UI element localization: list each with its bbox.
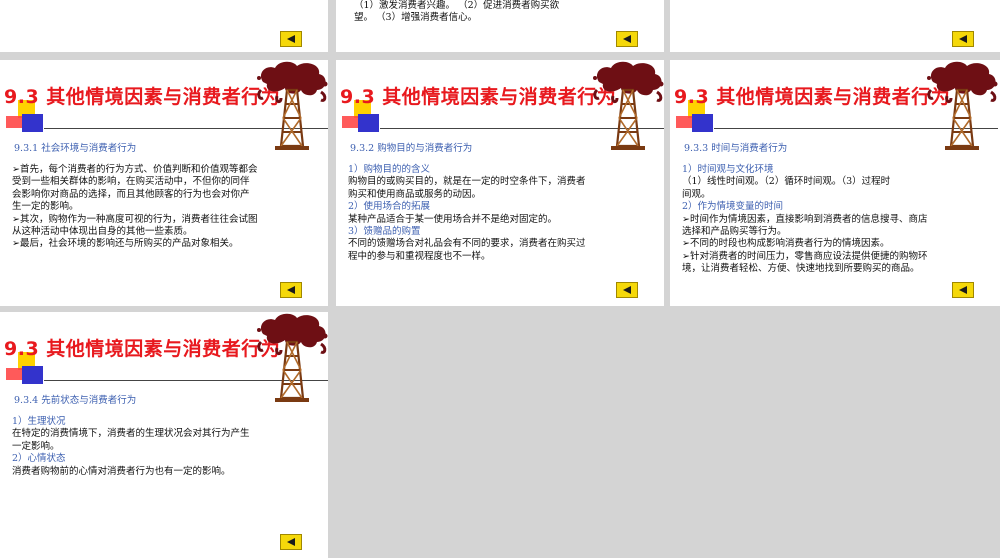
oil-tower-icon — [255, 312, 328, 404]
text-line: 望。 （3）增强消费者信心。 — [354, 12, 478, 24]
section-subheading: 9.3.4 先前状态与消费者行为 — [14, 395, 137, 406]
slide-4: 9.3 其他情境因素与消费者行为 9.3.4 先前状态与消费者行为 1）生理状况在… — [0, 312, 328, 558]
back-arrow-icon[interactable] — [280, 31, 302, 47]
text-line: 生一定的影响。 — [12, 201, 79, 213]
slide-body: ➢首先，每个消费者的行为方式、价值判断和价值观等都会 受到一些相关群体的影响，在购… — [12, 164, 304, 251]
text-line: （1）线性时间观。（2）循环时间观。（3）过程时 — [682, 176, 891, 188]
point-heading: 2）心情状态 — [12, 453, 66, 465]
text-line: ➢不同的时段也构成影响消费者行为的情境因素。 — [682, 238, 890, 250]
slide-body: 1）时间观与文化环境 （1）线性时间观。（2）循环时间观。（3）过程时 间观。 2）作… — [682, 164, 974, 276]
text-line: 间观。 — [682, 188, 711, 200]
point-heading: 1）购物目的的含义 — [348, 164, 431, 175]
slide-1: 9.3 其他情境因素与消费者行为 9.3.1 社会环境与消费者行为 ➢首先，每个消… — [0, 60, 328, 306]
slide-title: 9.3 其他情境因素与消费者行为 — [4, 338, 281, 360]
slide-title: 9.3 其他情境因素与消费者行为 — [674, 86, 951, 108]
decor-square-blue — [692, 114, 713, 132]
text-line: ➢针对消费者的时间压力，零售商应设法提供便捷的购物环 — [682, 250, 928, 262]
back-arrow-icon[interactable] — [952, 282, 974, 298]
text-line: 会影响你对商品的选择，而且其他顾客的行为也会对你产 — [12, 188, 250, 200]
slide-body: 1）生理状况 在特定的消费情境下，消费者的生理状况会对其行为产生 一定影响。 2）心情… — [12, 416, 304, 478]
text-line: （1）激发消费者兴趣。 （2）促进消费者购买欲 — [354, 0, 560, 11]
text-line: 一定影响。 — [12, 440, 60, 452]
partial-slide-text: （1）激发消费者兴趣。 （2）促进消费者购买欲 望。 （3）增强消费者信心。 — [354, 0, 646, 25]
text-line: 某种产品适合于某一使用场合并不是绝对固定的。 — [348, 213, 558, 225]
back-arrow-icon[interactable] — [616, 282, 638, 298]
decor-square-blue — [22, 366, 43, 384]
text-line: 从这种活动中体现出自身的其他一些素质。 — [12, 226, 193, 238]
text-line: 选择和产品购买等行为。 — [682, 226, 787, 238]
slide-2: 9.3 其他情境因素与消费者行为 9.3.2 购物目的与消费者行为 1）购物目的的… — [336, 60, 664, 306]
slide-body: 1）购物目的的含义 购物目的或购买目的，就是在一定的时空条件下，消费者 购买和使用商… — [348, 164, 640, 263]
text-line: 在特定的消费情境下，消费者的生理状况会对其行为产生 — [12, 428, 250, 440]
decor-square-blue — [358, 114, 379, 132]
partial-slide-right — [670, 0, 1000, 52]
text-line: ➢首先，每个消费者的行为方式、价值判断和价值观等都会 — [12, 164, 258, 175]
oil-tower-icon — [925, 60, 1000, 152]
point-heading: 2）作为情境变量的时间 — [682, 201, 784, 213]
slide-title: 9.3 其他情境因素与消费者行为 — [340, 86, 617, 108]
text-line: ➢时间作为情境因素，直接影响到消费者的信息搜寻、商店 — [682, 213, 928, 225]
slide-title: 9.3 其他情境因素与消费者行为 — [4, 86, 281, 108]
section-subheading: 9.3.2 购物目的与消费者行为 — [350, 143, 473, 154]
slide-3: 9.3 其他情境因素与消费者行为 9.3.3 时间与消费者行为 1）时间观与文化环… — [670, 60, 1000, 306]
oil-tower-icon — [255, 60, 328, 152]
decor-square-blue — [22, 114, 43, 132]
text-line: 境，让消费者轻松、方便、快速地找到所要购买的商品。 — [682, 263, 920, 275]
back-arrow-icon[interactable] — [280, 534, 302, 550]
text-line: ➢最后，社会环境的影响还与所购买的产品对象相关。 — [12, 238, 239, 250]
text-line: 购物目的或购买目的，就是在一定的时空条件下，消费者 — [348, 176, 586, 188]
section-subheading: 9.3.3 时间与消费者行为 — [684, 143, 788, 154]
text-line: 程中的参与和重视程度也不一样。 — [348, 250, 491, 262]
text-line: 消费者购物前的心情对消费者行为也有一定的影响。 — [12, 465, 231, 477]
text-line: ➢其次，购物作为一种高度可视的行为，消费者往往会试图 — [12, 213, 258, 225]
text-line: 受到一些相关群体的影响，在购买活动中，不但你的同伴 — [12, 176, 250, 188]
back-arrow-icon[interactable] — [952, 31, 974, 47]
text-line: 购买和使用商品或服务的动因。 — [348, 188, 482, 200]
back-arrow-icon[interactable] — [280, 282, 302, 298]
partial-slide-middle: （1）激发消费者兴趣。 （2）促进消费者购买欲 望。 （3）增强消费者信心。 — [336, 0, 664, 52]
point-heading: 1）时间观与文化环境 — [682, 164, 774, 175]
point-heading: 2）使用场合的拓展 — [348, 201, 431, 213]
oil-tower-icon — [591, 60, 664, 152]
point-heading: 1）生理状况 — [12, 416, 66, 427]
text-line: 不同的馈赠场合对礼品会有不同的要求，消费者在购买过 — [348, 238, 586, 250]
partial-slide-left — [0, 0, 328, 52]
section-subheading: 9.3.1 社会环境与消费者行为 — [14, 143, 137, 154]
point-heading: 3）馈赠品的购置 — [348, 226, 421, 238]
back-arrow-icon[interactable] — [616, 31, 638, 47]
